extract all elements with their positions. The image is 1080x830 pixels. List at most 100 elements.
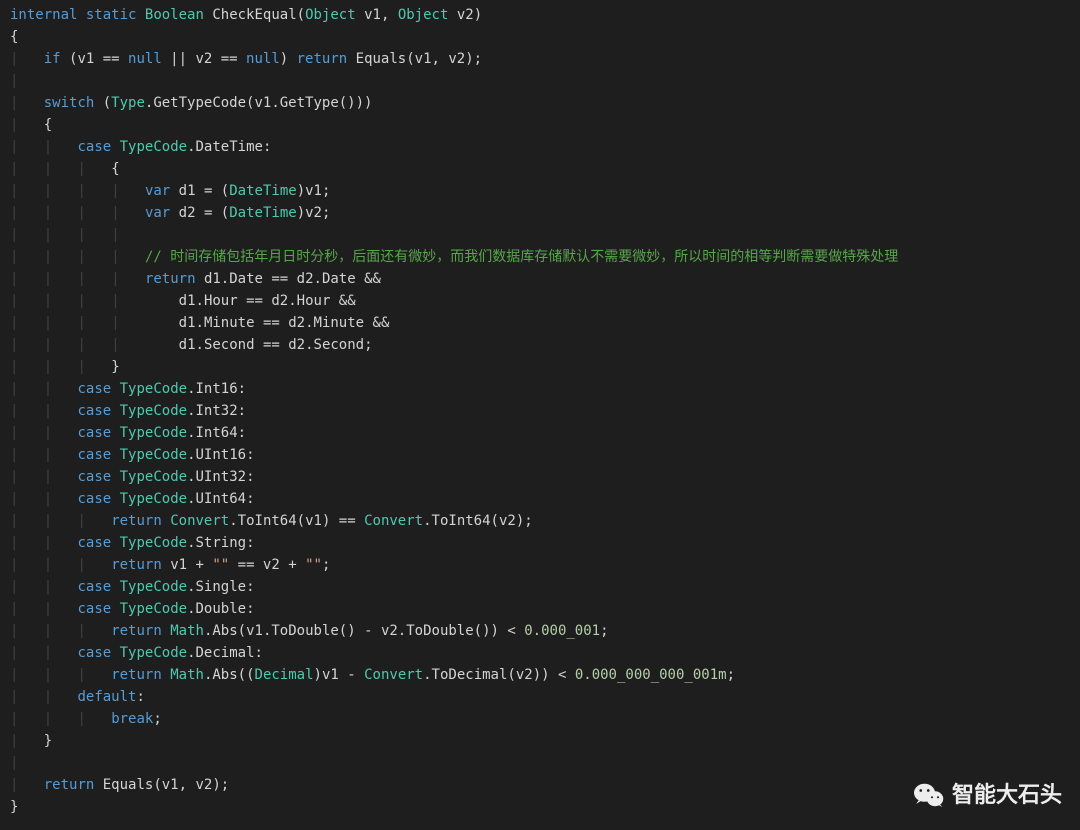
toint64-b: .ToInt64(v2); [423, 513, 533, 529]
kw-return: return [111, 623, 162, 639]
code-editor[interactable]: internal static Boolean CheckEqual(Objec… [0, 0, 1080, 822]
str-ret-a: v1 + [162, 557, 213, 573]
type-datetime: DateTime [229, 183, 296, 199]
kw-case: case [77, 645, 111, 661]
case-uint64: UInt64 [196, 491, 247, 507]
abs-dec-a: .Abs(( [204, 667, 255, 683]
kw-return: return [111, 557, 162, 573]
str-ret-b: == v2 + [229, 557, 305, 573]
kw-return: return [145, 271, 196, 287]
num-lit: 0.000_001 [524, 623, 600, 639]
kw-return: return [111, 513, 162, 529]
ret-hour: d1.Hour == d2.Hour && [179, 293, 356, 309]
kw-if: if [44, 51, 61, 67]
kw-case: case [77, 491, 111, 507]
kw-static: static [86, 7, 137, 23]
case-string: String [196, 535, 247, 551]
type-typecode: TypeCode [120, 139, 187, 155]
case-single: Single [196, 579, 247, 595]
wechat-icon [914, 782, 944, 808]
kw-case: case [77, 139, 111, 155]
abs-dec-c: .ToDecimal(v2)) < [423, 667, 575, 683]
kw-var: var [145, 205, 170, 221]
type-decimal: Decimal [255, 667, 314, 683]
type-object: Object [398, 7, 449, 23]
kw-case: case [77, 601, 111, 617]
kw-default: default [77, 689, 136, 705]
brace: } [10, 799, 18, 815]
cast: )v1; [297, 183, 331, 199]
case-double: Double [196, 601, 247, 617]
ret-minute: d1.Minute == d2.Minute && [179, 315, 390, 331]
param-v2: v2 [457, 7, 474, 23]
gettypecode: .GetTypeCode(v1.GetType())) [145, 95, 373, 111]
type-typecode: TypeCode [120, 403, 187, 419]
brace: { [111, 161, 119, 177]
type-bool: Boolean [145, 7, 204, 23]
toint64-a: .ToInt64(v1) == [229, 513, 364, 529]
kw-switch: switch [44, 95, 95, 111]
brace: } [111, 359, 119, 375]
kw-return: return [111, 667, 162, 683]
type-math: Math [170, 667, 204, 683]
watermark-text: 智能大石头 [952, 784, 1062, 806]
cast: )v2; [297, 205, 331, 221]
kw-case: case [77, 469, 111, 485]
abs-double: .Abs(v1.ToDouble() - v2.ToDouble()) < [204, 623, 524, 639]
kw-break: break [111, 711, 153, 727]
type-convert: Convert [364, 667, 423, 683]
type-typecode: TypeCode [120, 579, 187, 595]
case-uint16: UInt16 [196, 447, 247, 463]
type-type: Type [111, 95, 145, 111]
type-typecode: TypeCode [120, 601, 187, 617]
kw-return: return [44, 777, 95, 793]
brace: } [44, 733, 52, 749]
d1-decl: d1 = ( [170, 183, 229, 199]
str-ret-c: ; [322, 557, 330, 573]
brace: { [44, 117, 52, 133]
watermark: 智能大石头 [914, 782, 1062, 808]
case-decimal: Decimal [196, 645, 255, 661]
string-lit: "" [212, 557, 229, 573]
comment-line: // 时间存储包括年月日时分秒，后面还有微妙，而我们数据库存储默认不需要微妙，所… [145, 249, 898, 265]
d2-decl: d2 = ( [170, 205, 229, 221]
case-datetime: DateTime [196, 139, 263, 155]
type-typecode: TypeCode [120, 491, 187, 507]
kw-case: case [77, 447, 111, 463]
ret-date: d1.Date == d2.Date && [196, 271, 381, 287]
case-int16: Int16 [196, 381, 238, 397]
param-v1: v1 [364, 7, 381, 23]
kw-case: case [77, 425, 111, 441]
type-typecode: TypeCode [120, 645, 187, 661]
kw-case: case [77, 579, 111, 595]
type-math: Math [170, 623, 204, 639]
kw-null: null [128, 51, 162, 67]
type-datetime: DateTime [229, 205, 296, 221]
kw-case: case [77, 403, 111, 419]
type-object: Object [305, 7, 356, 23]
kw-internal: internal [10, 7, 77, 23]
ret-second: d1.Second == d2.Second; [179, 337, 373, 353]
equals-call: Equals(v1, v2); [356, 51, 482, 67]
func-name: CheckEqual [212, 7, 296, 23]
type-typecode: TypeCode [120, 469, 187, 485]
case-uint32: UInt32 [196, 469, 247, 485]
string-lit: "" [305, 557, 322, 573]
type-typecode: TypeCode [120, 425, 187, 441]
brace: { [10, 29, 18, 45]
kw-var: var [145, 183, 170, 199]
case-int64: Int64 [196, 425, 238, 441]
type-convert: Convert [364, 513, 423, 529]
kw-null: null [246, 51, 280, 67]
type-convert: Convert [170, 513, 229, 529]
type-typecode: TypeCode [120, 381, 187, 397]
kw-case: case [77, 381, 111, 397]
type-typecode: TypeCode [120, 447, 187, 463]
case-int32: Int32 [196, 403, 238, 419]
num-lit: 0.000_000_000_001m [575, 667, 727, 683]
abs-dec-b: )v1 - [314, 667, 365, 683]
kw-case: case [77, 535, 111, 551]
kw-return: return [297, 51, 348, 67]
final-return: Equals(v1, v2); [94, 777, 229, 793]
type-typecode: TypeCode [120, 535, 187, 551]
